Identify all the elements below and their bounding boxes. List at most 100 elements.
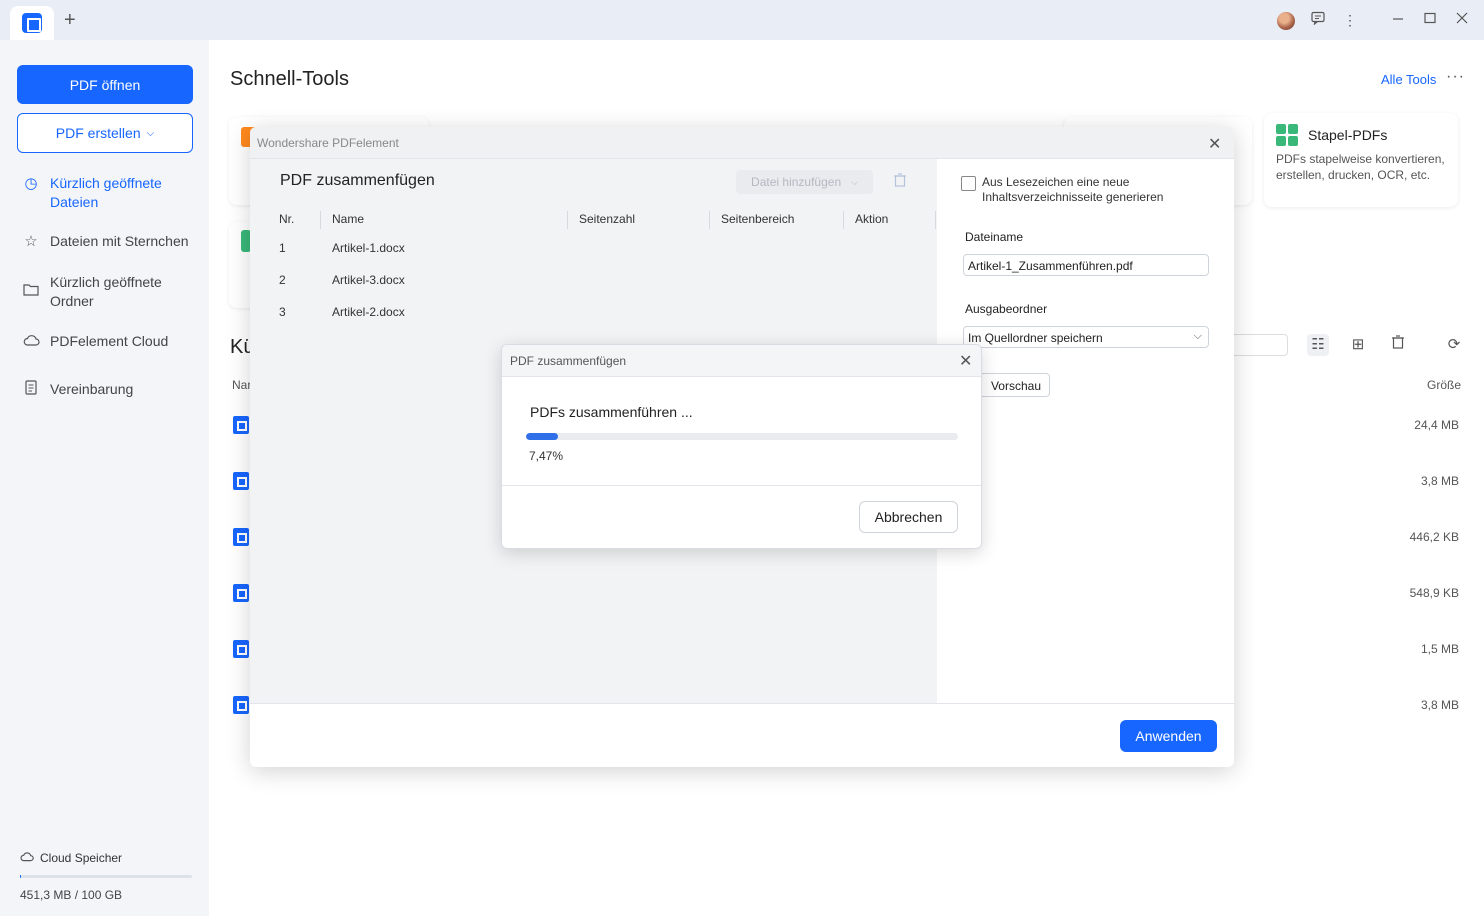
- file-size: 3,8 MB: [1420, 698, 1459, 712]
- cloud-storage-label[interactable]: Cloud Speicher: [20, 851, 122, 865]
- sidebar-item-starred[interactable]: ☆ Dateien mit Sternchen: [22, 232, 197, 251]
- sidebar-item-agreement[interactable]: Vereinbarung: [22, 380, 197, 400]
- filename-label: Dateiname: [965, 230, 1024, 244]
- column-header-pages: Seitenzahl: [579, 212, 636, 226]
- storage-usage: 451,3 MB / 100 GB: [20, 888, 123, 902]
- row-name: Artikel-1.docx: [332, 241, 405, 255]
- sidebar-item-label: Kürzlich geöffnete Dateien: [50, 175, 162, 210]
- refresh-icon[interactable]: ⟳: [1443, 334, 1465, 356]
- progress-message: PDFs zusammenführen ...: [530, 404, 693, 420]
- file-size: 446,2 KB: [1409, 530, 1459, 544]
- pdf-file-icon: [233, 640, 249, 658]
- tool-card-batch[interactable]: Stapel-PDFs PDFs stapelweise konvertiere…: [1264, 113, 1458, 207]
- clock-icon: ◷: [24, 175, 38, 192]
- batch-grid-icon: [1276, 124, 1298, 146]
- bookmark-toc-label: Aus Lesezeichen eine neue Inhaltsverzeic…: [982, 175, 1164, 204]
- sidebar-item-label: Vereinbarung: [50, 381, 134, 397]
- column-divider: [709, 211, 710, 229]
- list-view-icon[interactable]: ☷: [1307, 334, 1329, 356]
- file-size: 24,4 MB: [1414, 418, 1459, 432]
- file-size: 1,5 MB: [1420, 642, 1459, 656]
- tool-card-desc: PDFs stapelweise konvertieren, erstellen…: [1276, 152, 1445, 182]
- sidebar-item-label: PDFelement Cloud: [50, 333, 169, 349]
- merge-dialog-window-title: Wondershare PDFelement: [257, 136, 399, 150]
- row-nr: 3: [279, 305, 286, 319]
- progress-dialog-title: PDF zusammenfügen: [510, 354, 627, 368]
- progress-bar-fill: [526, 433, 559, 440]
- sidebar-item-label: Kürzlich geöffnete Ordner: [50, 274, 162, 309]
- column-divider: [935, 211, 936, 229]
- grid-view-icon[interactable]: ⊞: [1347, 334, 1369, 356]
- column-size: Größe: [1427, 378, 1462, 392]
- pdf-file-icon: [233, 416, 249, 434]
- chevron-down-icon: ⌵: [1193, 330, 1202, 342]
- checkbox[interactable]: [961, 176, 976, 191]
- merge-dialog-title: PDF zusammenfügen: [280, 172, 435, 189]
- avatar[interactable]: [1277, 12, 1295, 30]
- create-pdf-label: PDF erstellen: [55, 125, 141, 141]
- new-tab-icon[interactable]: +: [64, 10, 76, 30]
- output-folder-select[interactable]: Im Quellordner speichern ⌵: [963, 326, 1209, 348]
- column-header-action: Aktion: [855, 212, 889, 226]
- pdf-file-icon: [233, 584, 249, 602]
- more-horizontal-icon[interactable]: ···: [1446, 68, 1465, 86]
- more-vertical-icon[interactable]: ⋮: [1341, 11, 1359, 29]
- sidebar: [0, 40, 209, 916]
- open-pdf-label: PDF öffnen: [69, 76, 141, 93]
- search-input[interactable]: [1232, 334, 1288, 356]
- close-icon[interactable]: [1453, 11, 1471, 29]
- row-name: Artikel-2.docx: [332, 305, 405, 319]
- column-divider: [320, 211, 321, 229]
- trash-icon[interactable]: [893, 173, 907, 190]
- maximize-icon[interactable]: [1421, 11, 1439, 29]
- create-pdf-button[interactable]: PDF erstellen ⌵: [17, 113, 193, 153]
- folder-icon: [22, 282, 40, 301]
- apply-button[interactable]: Anwenden: [1120, 720, 1217, 752]
- pdf-file-icon: [233, 528, 249, 546]
- page-title: Schnell-Tools: [230, 68, 349, 90]
- column-divider: [843, 211, 844, 229]
- add-file-button[interactable]: Datei hinzufügen ⌵: [736, 170, 873, 194]
- cloud-icon: [22, 332, 40, 351]
- trash-icon[interactable]: [1387, 334, 1409, 356]
- merge-dialog-close-icon[interactable]: ✕: [1208, 134, 1221, 154]
- cancel-button[interactable]: Abbrechen: [859, 501, 958, 533]
- preview-button[interactable]: Vorschau: [979, 373, 1050, 397]
- progress-dialog-close-icon[interactable]: ✕: [959, 351, 972, 371]
- filename-input[interactable]: Artikel-1_Zusammenführen.pdf: [963, 254, 1209, 276]
- bookmark-toc-checkbox[interactable]: Aus Lesezeichen eine neue Inhaltsverzeic…: [961, 175, 1172, 205]
- column-name: Nar: [232, 378, 252, 392]
- sidebar-item-recent-files[interactable]: ◷ Kürzlich geöffnete Dateien: [22, 174, 197, 212]
- column-header-nr: Nr.: [279, 212, 295, 226]
- app-logo-icon: [22, 13, 42, 33]
- pdf-file-icon: [233, 472, 249, 490]
- add-file-label: Datei hinzufügen: [751, 175, 842, 189]
- minimize-icon[interactable]: [1389, 11, 1407, 29]
- cloud-icon: [20, 851, 34, 865]
- row-name: Artikel-3.docx: [332, 273, 405, 287]
- sidebar-item-label: Dateien mit Sternchen: [50, 233, 189, 249]
- tool-card-title: Stapel-PDFs: [1308, 127, 1388, 143]
- progress-dialog-header: PDF zusammenfügen ✕: [502, 345, 981, 377]
- chevron-down-icon: ⌵: [851, 176, 858, 187]
- column-divider: [567, 211, 568, 229]
- chat-icon[interactable]: [1309, 11, 1327, 29]
- progress-percent: 7,47%: [529, 449, 564, 463]
- title-bar: + ⋮: [0, 0, 1484, 40]
- sidebar-item-recent-folders[interactable]: Kürzlich geöffnete Ordner: [22, 273, 197, 311]
- output-folder-label: Ausgabeordner: [965, 302, 1048, 316]
- column-header-name: Name: [332, 212, 365, 226]
- cloud-file-icon: [233, 696, 249, 714]
- progress-dialog: PDF zusammenfügen ✕ PDFs zusammenführen …: [501, 344, 982, 549]
- file-size: 3,8 MB: [1420, 474, 1459, 488]
- sidebar-item-cloud[interactable]: PDFelement Cloud: [22, 332, 197, 351]
- progress-bar: [526, 433, 958, 440]
- column-header-page-range: Seitenbereich: [721, 212, 795, 226]
- row-nr: 1: [279, 241, 286, 255]
- all-tools-link[interactable]: Alle Tools: [1381, 72, 1436, 87]
- chevron-down-icon: ⌵: [146, 127, 155, 139]
- open-pdf-button[interactable]: PDF öffnen: [17, 65, 193, 104]
- divider: [502, 485, 981, 486]
- cloud-storage-text: Cloud Speicher: [40, 851, 123, 865]
- document-icon: [22, 380, 40, 400]
